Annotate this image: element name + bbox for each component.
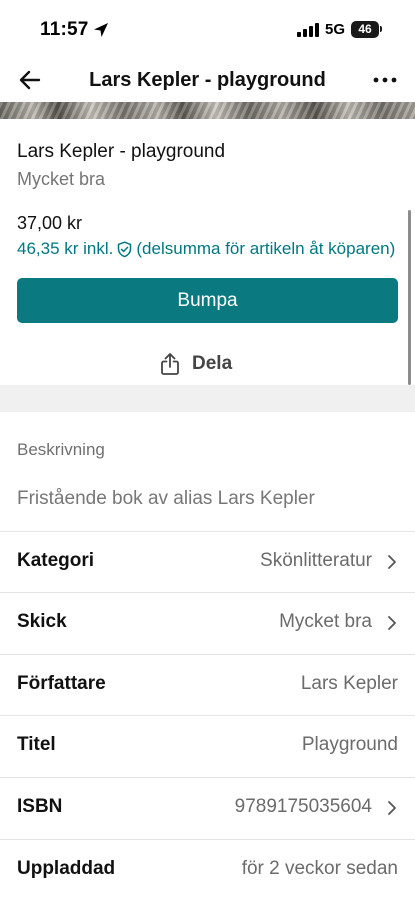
attribute-value: 9789175035604 bbox=[234, 796, 372, 817]
share-label: Dela bbox=[192, 353, 233, 374]
attribute-label: Skick bbox=[17, 611, 67, 632]
item-title: Lars Kepler - playground bbox=[17, 141, 226, 162]
attribute-value: Mycket bra bbox=[279, 611, 372, 632]
arrow-left-icon bbox=[19, 70, 41, 90]
status-time: 11:57 bbox=[40, 19, 89, 40]
attribute-label: Titel bbox=[17, 734, 56, 755]
chevron-right-icon bbox=[388, 616, 396, 630]
attribute-value: Lars Kepler bbox=[300, 673, 398, 694]
location-arrow-icon bbox=[94, 23, 108, 37]
cellular-signal-icon bbox=[297, 23, 319, 37]
chevron-right-icon bbox=[388, 555, 396, 569]
chevron-right-icon bbox=[388, 801, 396, 815]
item-photo[interactable] bbox=[0, 102, 415, 119]
battery-tip bbox=[380, 26, 382, 32]
item-detail-page: 11:57 5G 46 Lars Kepler - playground Lar… bbox=[0, 0, 415, 900]
attribute-value: Skönlitteratur bbox=[260, 550, 372, 571]
section-divider bbox=[0, 385, 415, 412]
attribute-row-isbn[interactable]: ISBN 9789175035604 bbox=[0, 777, 415, 839]
battery-icon: 46 bbox=[351, 21, 379, 38]
bump-button[interactable]: Bumpa bbox=[17, 278, 398, 323]
more-options-button[interactable] bbox=[367, 62, 403, 98]
description-heading: Beskrivning bbox=[17, 440, 105, 459]
share-icon bbox=[161, 353, 179, 375]
price-incl-protection: 46,35 kr inkl. bbox=[17, 239, 114, 258]
attribute-value: Playground bbox=[301, 734, 398, 755]
back-button[interactable] bbox=[12, 62, 48, 98]
description-text: Fristående bok av alias Lars Kepler bbox=[17, 488, 315, 509]
page-title: Lars Kepler - playground bbox=[89, 69, 326, 91]
attribute-row-condition[interactable]: Skick Mycket bra bbox=[0, 592, 415, 654]
shield-check-icon bbox=[118, 240, 132, 257]
item-price: 37,00 kr bbox=[17, 213, 83, 233]
scroll-indicator bbox=[408, 210, 411, 385]
attribute-row-uploaded: Uppladdad för 2 veckor sedan bbox=[0, 839, 415, 900]
attribute-label: Författare bbox=[17, 673, 106, 694]
attribute-row-title: Titel Playground bbox=[0, 715, 415, 777]
attribute-row-author: Författare Lars Kepler bbox=[0, 654, 415, 716]
attribute-label: Kategori bbox=[17, 550, 95, 571]
network-type: 5G bbox=[325, 21, 346, 38]
item-condition: Mycket bra bbox=[17, 169, 106, 189]
nav-bar: Lars Kepler - playground bbox=[0, 60, 415, 102]
buyer-protection-link[interactable]: 46,35 kr inkl. (delsumma för artikeln åt… bbox=[17, 239, 402, 259]
attribute-value: för 2 veckor sedan bbox=[241, 858, 398, 879]
attribute-row-category[interactable]: Kategori Skönlitteratur bbox=[0, 531, 415, 593]
attribute-label: Uppladdad bbox=[17, 858, 116, 879]
status-bar: 11:57 5G 46 bbox=[0, 0, 415, 60]
buyer-protection-text: (delsumma för artikeln åt köparen) bbox=[136, 239, 396, 258]
attribute-label: ISBN bbox=[17, 796, 63, 817]
more-horizontal-icon bbox=[373, 77, 397, 83]
share-button[interactable]: Dela bbox=[160, 349, 232, 379]
